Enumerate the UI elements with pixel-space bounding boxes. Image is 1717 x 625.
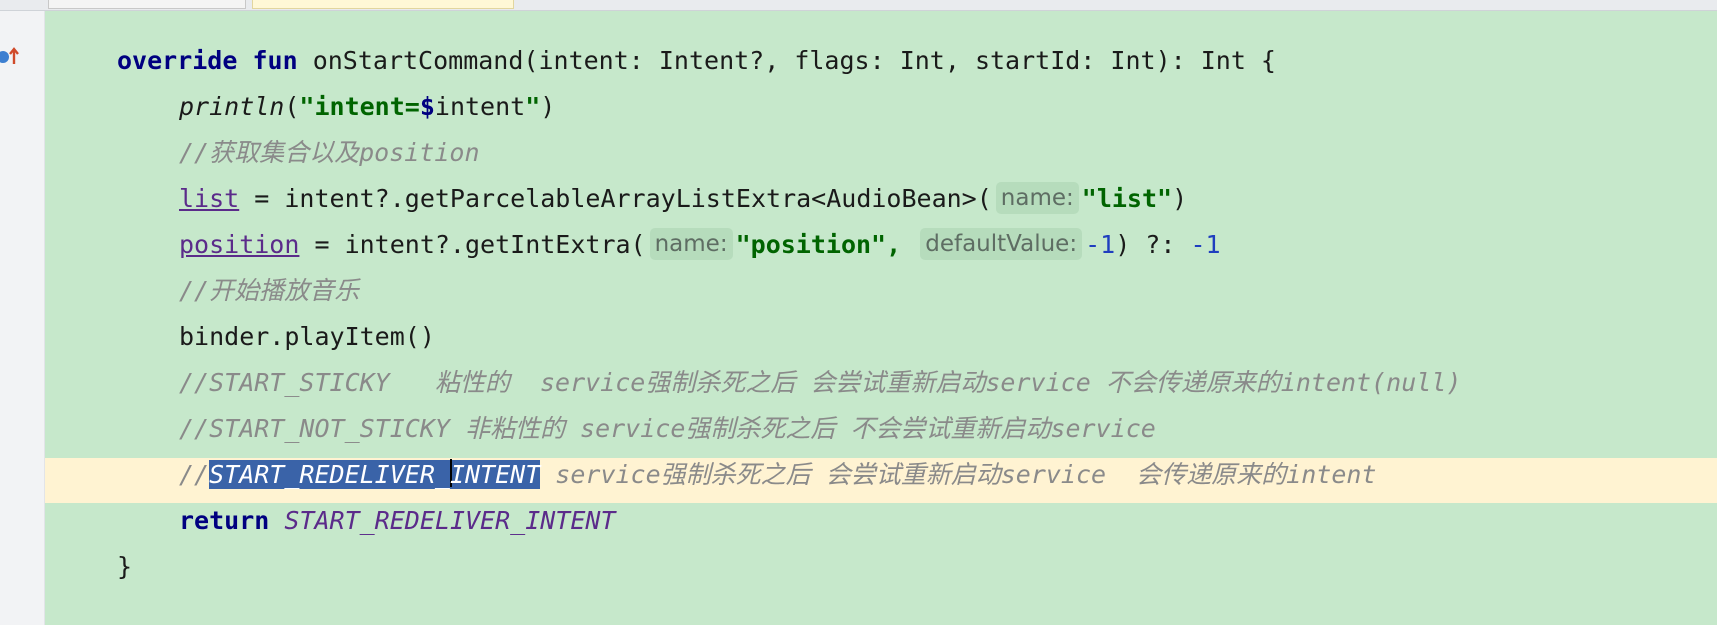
code-fragment: ) ?:: [1115, 230, 1191, 259]
number-literal: -1: [1085, 230, 1116, 259]
override-method-icon[interactable]: [0, 45, 22, 67]
editor-tab-strip: [0, 0, 1717, 11]
keyword-return: return: [179, 506, 270, 535]
comment-rest: service强制杀死之后 会尝试重新启动service 会传递原来的inten…: [540, 460, 1377, 489]
code-line-4[interactable]: list = intent?.getParcelableArrayListExt…: [179, 177, 1187, 221]
parameter-hint-name: name:: [649, 228, 733, 260]
code-line-12-closing-brace[interactable]: }: [117, 545, 132, 589]
code-line-9-comment[interactable]: //START_NOT_STICKY 非粘性的 service强制杀死之后 不会…: [179, 407, 1156, 451]
code-line-5[interactable]: position = intent?.getIntExtra(name: "pos…: [179, 223, 1221, 267]
code-line-11[interactable]: return START_REDELIVER_INTENT: [179, 499, 616, 543]
paren-close: ): [1172, 184, 1188, 213]
template-variable: intent: [434, 92, 526, 121]
string-literal: "position",: [735, 230, 902, 259]
println-call: println: [179, 92, 285, 121]
text-selection[interactable]: START_REDELIVER_INTENT: [209, 459, 541, 489]
keyword-fun: fun: [252, 46, 298, 75]
code-editor-window: override fun onStartCommand(intent: Inte…: [0, 0, 1717, 625]
string-literal: "intent=: [299, 92, 420, 121]
code-area[interactable]: override fun onStartCommand(intent: Inte…: [45, 11, 1717, 625]
field-list: list: [179, 184, 240, 213]
code-line-10-comment[interactable]: //START_REDELIVER_INTENT service强制杀死之后 会…: [179, 453, 1376, 497]
code-line-2[interactable]: println("intent=$intent"): [179, 85, 555, 129]
paren-close: ): [540, 92, 556, 121]
string-template-dollar: $: [419, 92, 435, 121]
code-line-6-comment[interactable]: //开始播放音乐: [179, 269, 359, 313]
code-line-8-comment[interactable]: //START_STICKY 粘性的 service强制杀死之后 会尝试重新启动…: [179, 361, 1461, 405]
constant-start-redeliver-intent: START_REDELIVER_INTENT: [284, 506, 616, 535]
paren-open: (: [284, 92, 300, 121]
selected-text-part: INTENT: [449, 460, 541, 489]
code-line-3-comment[interactable]: //获取集合以及position: [179, 131, 480, 175]
number-literal: -1: [1190, 230, 1221, 259]
method-signature: onStartCommand(intent: Intent?, flags: I…: [297, 46, 1276, 75]
comment-prefix: //: [179, 460, 210, 489]
field-position: position: [179, 230, 300, 259]
code-fragment: = intent?.getIntExtra(: [299, 230, 646, 259]
code-line-7[interactable]: binder.playItem(): [179, 315, 435, 359]
editor-tab-active[interactable]: [252, 0, 514, 9]
parameter-hint-name: name:: [995, 182, 1079, 214]
parameter-hint-default-value: defaultValue:: [920, 228, 1083, 260]
editor-tab[interactable]: [48, 0, 246, 9]
string-literal: "list": [1081, 184, 1173, 213]
selected-text-part: START_REDELIVER_: [209, 460, 450, 489]
string-close: ": [525, 92, 541, 121]
editor-gutter: [0, 11, 45, 625]
keyword-override: override: [117, 46, 238, 75]
code-line-1[interactable]: override fun onStartCommand(intent: Inte…: [117, 39, 1276, 83]
code-fragment: = intent?.getParcelableArrayListExtra<Au…: [239, 184, 992, 213]
